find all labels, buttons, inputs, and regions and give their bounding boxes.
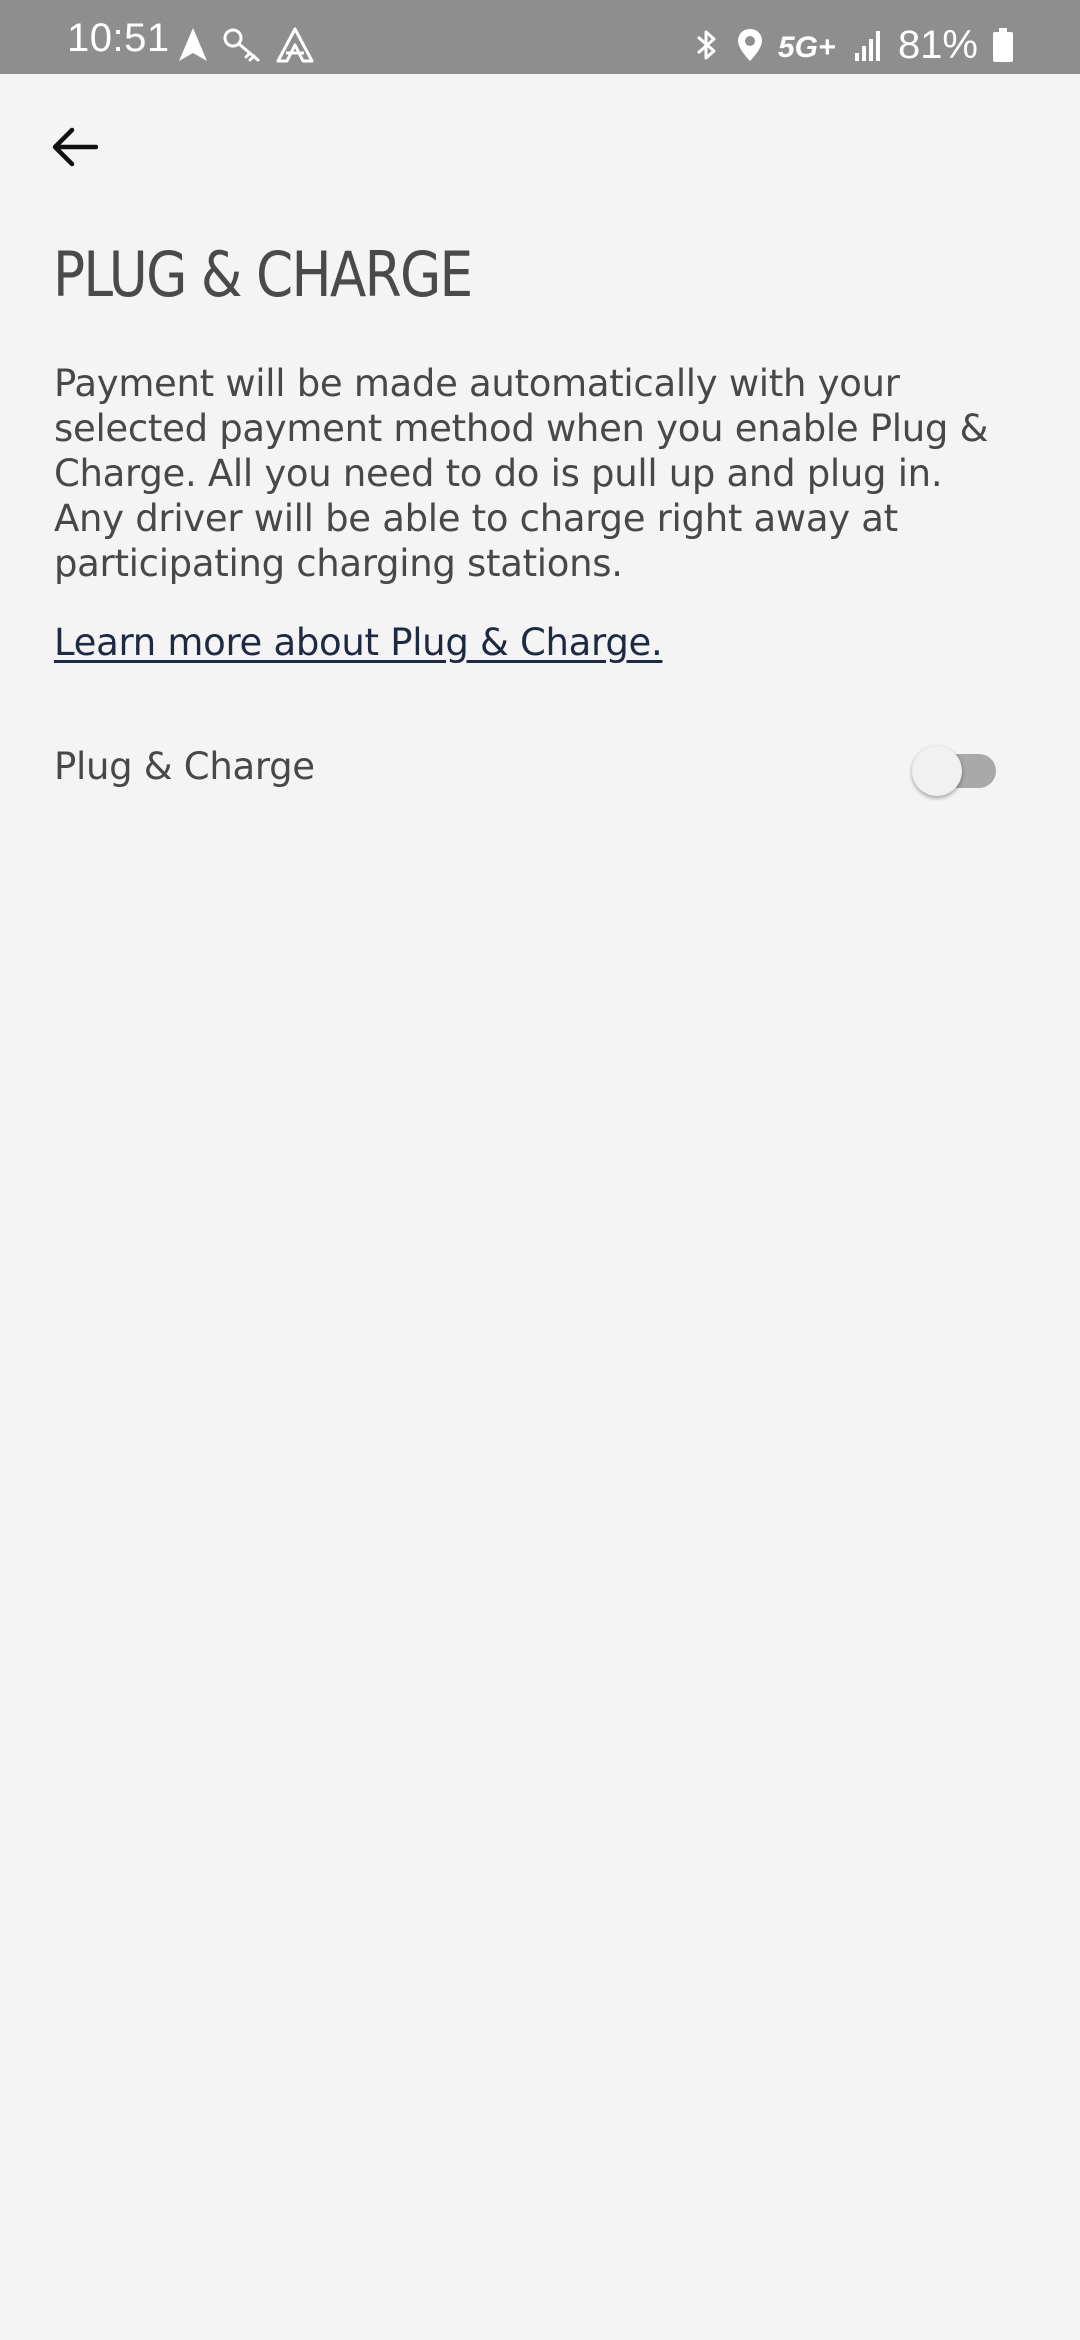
page-title: PLUG & CHARGE xyxy=(53,238,473,311)
plug-and-charge-label: Plug & Charge xyxy=(54,745,315,788)
android-auto-icon xyxy=(276,27,314,63)
signal-bars-icon xyxy=(854,27,884,63)
battery-icon xyxy=(992,27,1014,63)
navigation-arrow-icon xyxy=(178,27,208,63)
page-description: Payment will be made automatically with … xyxy=(54,362,989,585)
5g-plus-icon: 5G+ xyxy=(778,27,840,63)
battery-percentage: 81% xyxy=(897,23,978,67)
key-icon xyxy=(222,27,262,63)
svg-text:5G+: 5G+ xyxy=(778,31,836,63)
plug-and-charge-toggle[interactable] xyxy=(912,742,998,798)
status-time: 10:51 xyxy=(67,16,170,60)
status-left-icons xyxy=(178,27,314,63)
plug-and-charge-setting-row: Plug & Charge xyxy=(0,730,1080,810)
status-bar: 10:51 5G+ 81% xyxy=(0,0,1080,74)
arrow-left-icon xyxy=(52,127,98,167)
learn-more-link[interactable]: Learn more about Plug & Charge. xyxy=(54,620,663,666)
location-pin-icon xyxy=(736,27,764,63)
back-button[interactable] xyxy=(40,112,110,182)
toggle-thumb xyxy=(912,746,962,796)
status-right-icons: 5G+ 81% xyxy=(692,23,1014,67)
bluetooth-icon xyxy=(692,27,722,63)
